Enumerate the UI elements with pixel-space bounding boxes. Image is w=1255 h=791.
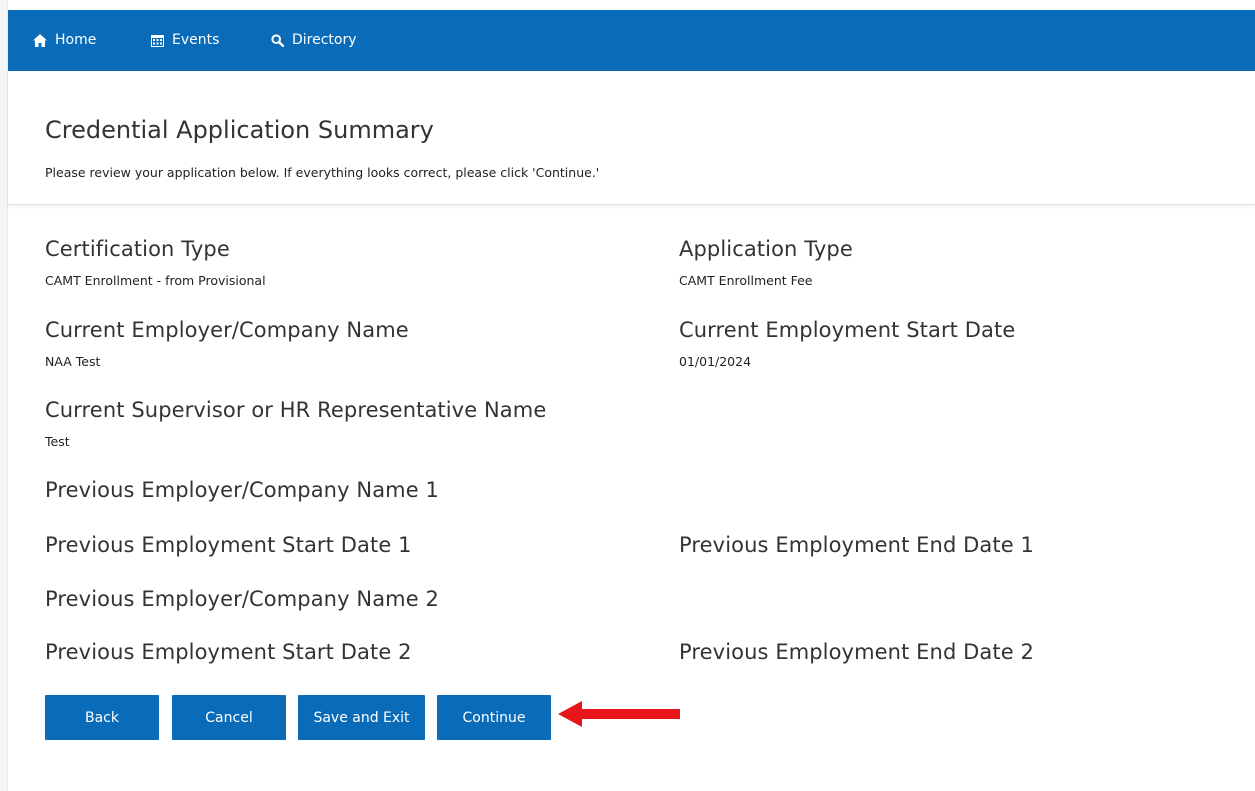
home-icon [33, 33, 47, 47]
red-arrow-icon [558, 701, 680, 727]
field-supervisor: Current Supervisor or HR Representative … [45, 398, 546, 449]
field-label: Previous Employment End Date 2 [679, 640, 1034, 664]
field-value: NAA Test [45, 354, 101, 369]
back-button[interactable]: Back [45, 695, 159, 740]
nav-events[interactable]: Events [151, 32, 219, 48]
nav-directory[interactable]: Directory [271, 32, 357, 48]
search-icon [271, 33, 284, 47]
field-label: Previous Employment End Date 1 [679, 533, 1034, 557]
field-current-employer: Current Employer/Company Name NAA Test [45, 318, 409, 369]
field-value: Test [45, 434, 70, 449]
save-and-exit-button[interactable]: Save and Exit [298, 695, 425, 740]
field-prev-employer-2: Previous Employer/Company Name 2 [45, 587, 439, 611]
field-prev-start-1: Previous Employment Start Date 1 [45, 533, 412, 557]
summary-header: Credential Application Summary Please re… [8, 71, 1255, 205]
nav-home[interactable]: Home [33, 32, 96, 48]
calendar-icon [151, 34, 164, 47]
field-label: Current Employment Start Date [679, 318, 1016, 342]
field-value: CAMT Enrollment - from Provisional [45, 273, 266, 288]
field-prev-employer-1: Previous Employer/Company Name 1 [45, 478, 439, 502]
field-application-type: Application Type CAMT Enrollment Fee [679, 237, 853, 288]
field-label: Application Type [679, 237, 853, 261]
nav-directory-label: Directory [292, 32, 357, 48]
field-label: Previous Employment Start Date 1 [45, 533, 412, 557]
field-label: Certification Type [45, 237, 230, 261]
field-label: Previous Employer/Company Name 1 [45, 478, 439, 502]
field-prev-end-1: Previous Employment End Date 1 [679, 533, 1034, 557]
field-label: Current Employer/Company Name [45, 318, 409, 342]
field-label: Previous Employment Start Date 2 [45, 640, 412, 664]
nav-home-label: Home [55, 32, 97, 48]
cancel-button[interactable]: Cancel [172, 695, 286, 740]
field-label: Previous Employer/Company Name 2 [45, 587, 439, 611]
page-subtitle: Please review your application below. If… [45, 165, 600, 180]
field-certification-type: Certification Type CAMT Enrollment - fro… [45, 237, 266, 288]
field-prev-start-2: Previous Employment Start Date 2 [45, 640, 412, 664]
field-value: CAMT Enrollment Fee [679, 273, 813, 288]
nav-events-label: Events [172, 32, 220, 48]
field-prev-end-2: Previous Employment End Date 2 [679, 640, 1034, 664]
field-current-start-date: Current Employment Start Date 01/01/2024 [679, 318, 1015, 369]
page-title: Credential Application Summary [45, 116, 434, 144]
top-navigation: Home Events Directory [8, 10, 1255, 71]
field-value: 01/01/2024 [679, 354, 752, 369]
continue-button[interactable]: Continue [437, 695, 551, 740]
left-edge [0, 0, 8, 791]
field-label: Current Supervisor or HR Representative … [45, 398, 547, 422]
